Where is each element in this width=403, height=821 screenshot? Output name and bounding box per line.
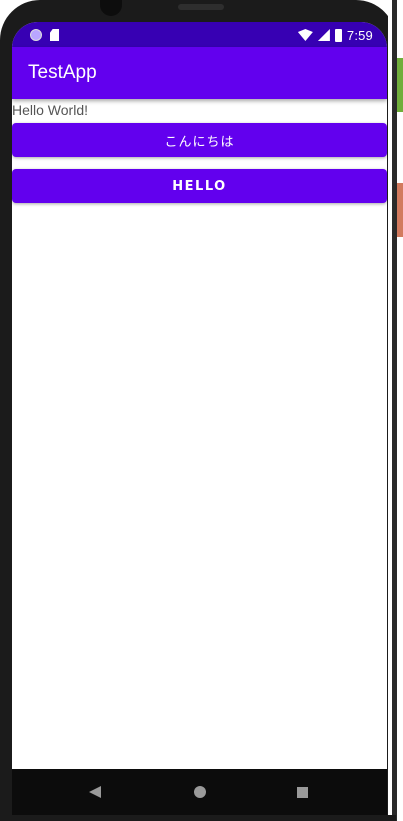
sd-card-icon xyxy=(50,29,59,41)
status-bar: 7:59 xyxy=(12,22,387,47)
konnichiwa-button[interactable]: こんにちは xyxy=(12,123,387,157)
wifi-icon xyxy=(297,29,313,41)
recent-apps-icon[interactable] xyxy=(297,787,308,798)
status-clock: 7:59 xyxy=(346,27,373,43)
status-right-icons: 7:59 xyxy=(297,26,373,44)
device: 7:59 TestApp Hello World! こんにちは HELLO xyxy=(0,0,403,821)
signal-icon xyxy=(317,29,330,41)
hello-button[interactable]: HELLO xyxy=(12,169,387,203)
navigation-bar xyxy=(12,769,387,815)
app-title: TestApp xyxy=(28,62,97,83)
frame-side xyxy=(392,0,397,821)
status-left-icons xyxy=(30,28,59,42)
screen: 7:59 TestApp Hello World! こんにちは HELLO xyxy=(12,22,387,769)
hello-world-text: Hello World! xyxy=(12,102,88,118)
speaker-grille xyxy=(178,4,224,10)
side-volume-button[interactable] xyxy=(397,58,403,112)
notification-dot-icon xyxy=(30,29,42,41)
side-power-button[interactable] xyxy=(397,183,403,237)
app-bar: TestApp xyxy=(12,47,387,99)
home-icon[interactable] xyxy=(194,786,206,798)
battery-icon xyxy=(334,28,342,42)
bottom-bezel xyxy=(0,815,396,821)
back-icon[interactable] xyxy=(89,786,101,798)
